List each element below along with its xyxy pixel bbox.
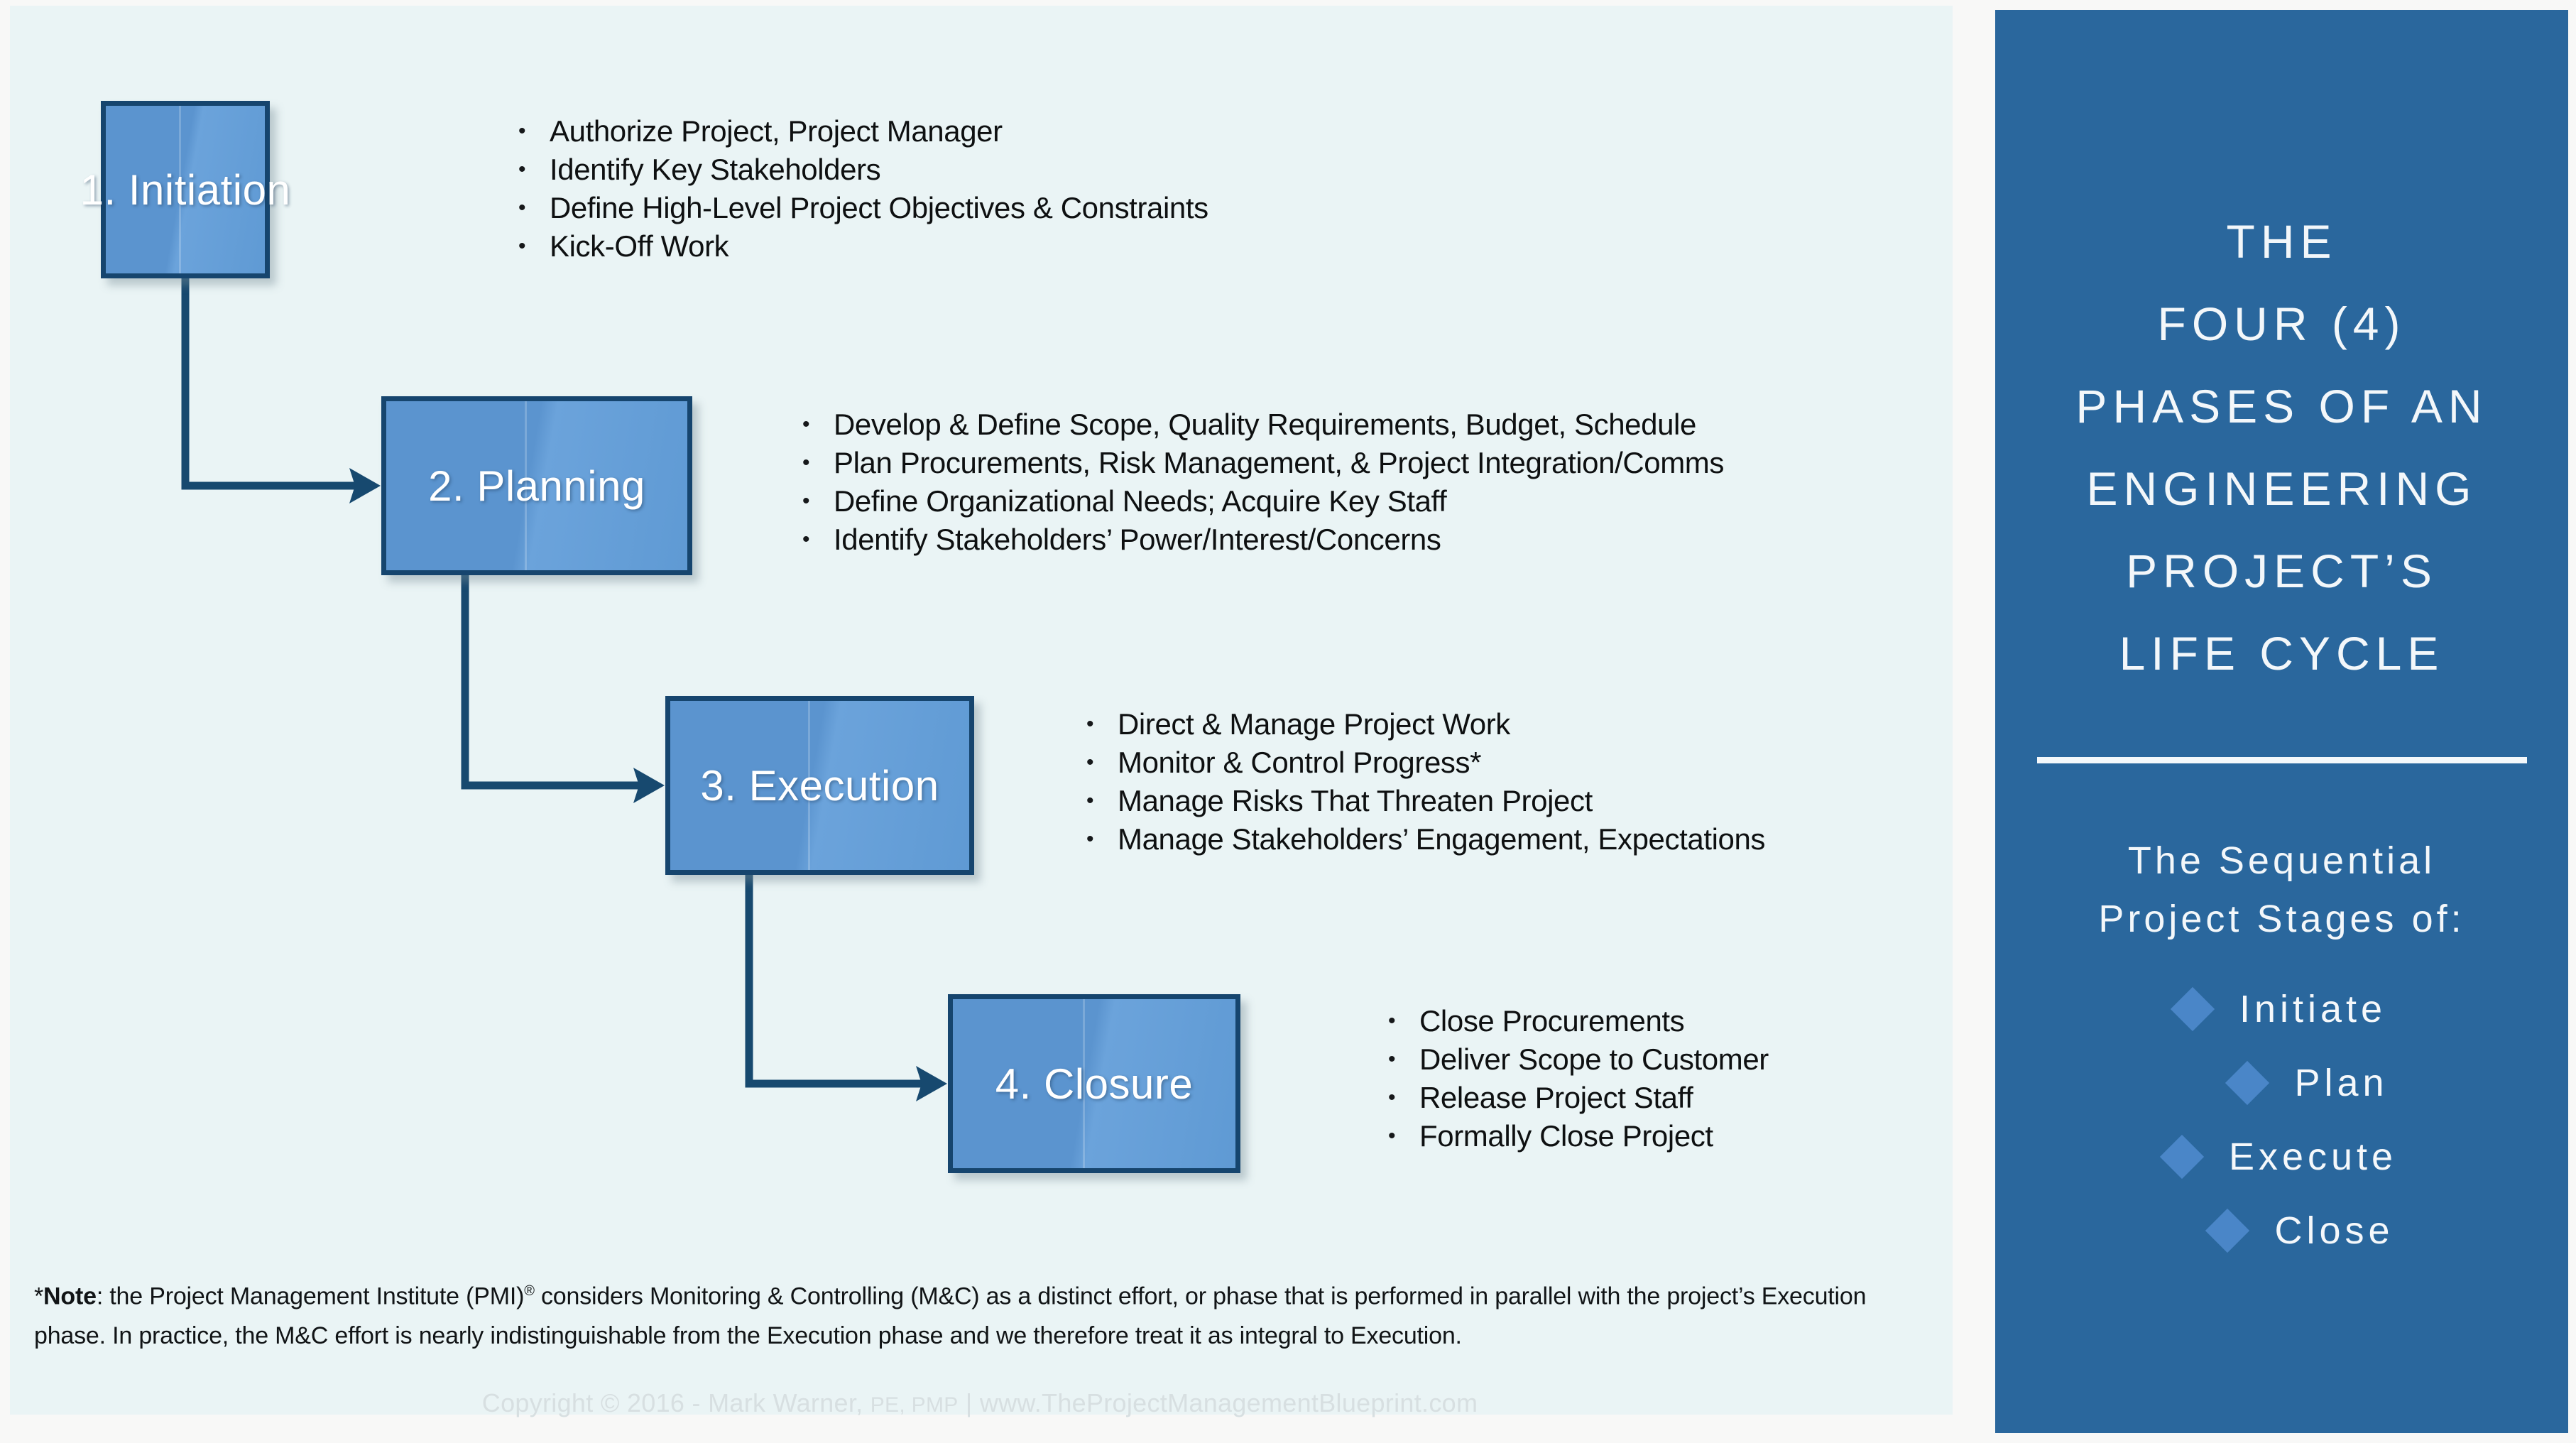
panel-title: THE FOUR (4) PHASES OF AN ENGINEERING PR…: [1995, 200, 2568, 695]
diamond-bullet-icon: [2170, 986, 2215, 1032]
stage-label: Execute: [2228, 1136, 2398, 1178]
bullet-text: Identify Stakeholders’ Power/Interest/Co…: [834, 523, 1441, 556]
list-item: • Identify Stakeholders’ Power/Interest/…: [802, 523, 1724, 556]
phase-label-initiation: 1. Initiation: [80, 165, 291, 214]
bullet-text: Direct & Manage Project Work: [1118, 707, 1510, 741]
diagram-canvas: 1. Initiation 2. Planning 3. Execution 4…: [0, 0, 2576, 1443]
bullet-dot-icon: •: [802, 528, 810, 551]
copyright-part2: | www.TheProjectManagementBlueprint.com: [958, 1388, 1478, 1417]
bullet-text: Formally Close Project: [1419, 1119, 1713, 1153]
bullet-dot-icon: •: [1388, 1124, 1396, 1148]
bullet-dot-icon: •: [802, 413, 810, 436]
bullet-list-execution: • Direct & Manage Project Work • Monitor…: [1086, 707, 1766, 864]
bullet-dot-icon: •: [1086, 789, 1094, 812]
list-item: • Direct & Manage Project Work: [1086, 707, 1765, 741]
bullet-text: Release Project Staff: [1419, 1081, 1693, 1114]
list-item: • Monitor & Control Progress*: [1086, 746, 1765, 779]
bullet-text: Define Organizational Needs; Acquire Key…: [834, 484, 1447, 518]
panel-title-line: PHASES OF AN: [2075, 380, 2488, 432]
diamond-bullet-icon: [2205, 1208, 2250, 1253]
bullet-dot-icon: •: [1388, 1086, 1396, 1109]
bullet-text: Deliver Scope to Customer: [1419, 1042, 1769, 1076]
stage-item-close: Close: [1995, 1194, 2568, 1268]
stage-item-plan: Plan: [1995, 1046, 2568, 1120]
stage-list: Initiate Plan Execute Close: [1995, 972, 2568, 1268]
bullet-text: Authorize Project, Project Manager: [550, 114, 1003, 148]
phase-box-closure[interactable]: 4. Closure: [948, 994, 1240, 1173]
bullet-dot-icon: •: [1388, 1009, 1396, 1033]
panel-title-line: THE: [2226, 215, 2337, 268]
footnote-marker: *: [34, 1283, 44, 1310]
stage-label: Close: [2274, 1209, 2394, 1252]
bullet-dot-icon: •: [1086, 712, 1094, 736]
bullet-dot-icon: •: [802, 451, 810, 474]
registered-mark-icon: ®: [524, 1283, 535, 1299]
title-panel: THE FOUR (4) PHASES OF AN ENGINEERING PR…: [1995, 10, 2568, 1433]
diamond-bullet-icon: [2159, 1134, 2205, 1180]
panel-subtitle: The Sequential Project Stages of:: [1995, 832, 2568, 948]
copyright-credentials: PE, PMP: [870, 1393, 959, 1417]
bullet-text: Develop & Define Scope, Quality Requirem…: [834, 408, 1696, 441]
phase-box-planning[interactable]: 2. Planning: [381, 396, 692, 575]
stage-item-initiate: Initiate: [1995, 972, 2568, 1046]
bullet-list-closure: • Close Procurements • Deliver Scope to …: [1388, 1004, 1769, 1160]
bullet-text: Monitor & Control Progress*: [1118, 746, 1482, 779]
list-item: • Manage Stakeholders’ Engagement, Expec…: [1086, 822, 1766, 856]
panel-title-line: FOUR (4): [2157, 298, 2406, 350]
panel-title-line: LIFE CYCLE: [2119, 627, 2445, 680]
footnote-line1a: : the Project Management Institute (PMI): [96, 1283, 525, 1310]
list-item: • Kick-Off Work: [518, 232, 1208, 261]
bullet-list-planning: • Develop & Define Scope, Quality Requir…: [802, 410, 1724, 564]
list-item: • Close Procurements: [1388, 1004, 1769, 1038]
bullet-text: Manage Stakeholders’ Engagement, Expecta…: [1118, 822, 1766, 856]
panel-subtitle-line: The Sequential: [2127, 839, 2436, 882]
list-item: • Authorize Project, Project Manager: [518, 114, 1208, 148]
list-item: • Identify Key Stakeholders: [518, 153, 1208, 186]
stage-label: Plan: [2294, 1062, 2389, 1104]
bullet-list-initiation: • Authorize Project, Project Manager • I…: [518, 114, 1208, 271]
bullet-text: Define High-Level Project Objectives & C…: [550, 191, 1208, 224]
diamond-bullet-icon: [2225, 1060, 2270, 1106]
bullet-text: Identify Key Stakeholders: [550, 153, 881, 186]
bullet-dot-icon: •: [802, 489, 810, 513]
list-item: • Release Project Staff: [1388, 1081, 1769, 1114]
stage-label: Initiate: [2239, 988, 2387, 1030]
bullet-text: Close Procurements: [1419, 1004, 1685, 1038]
phase-label-closure: 4. Closure: [995, 1060, 1194, 1108]
bullet-dot-icon: •: [1086, 751, 1094, 774]
panel-title-line: PROJECT’S: [2126, 545, 2438, 597]
footnote-line1b: considers Monitoring & Controlling (M&C)…: [534, 1283, 1661, 1310]
panel-title-line: ENGINEERING: [2086, 462, 2477, 515]
bullet-dot-icon: •: [518, 196, 526, 219]
bullet-dot-icon: •: [518, 119, 526, 143]
phase-box-execution[interactable]: 3. Execution: [665, 696, 974, 875]
copyright-line: Copyright © 2016 - Mark Warner, PE, PMP …: [0, 1388, 1960, 1418]
stage-item-execute: Execute: [1995, 1120, 2568, 1194]
phase-label-execution: 3. Execution: [700, 761, 939, 810]
list-item: • Develop & Define Scope, Quality Requir…: [802, 408, 1724, 441]
list-item: • Define High-Level Project Objectives &…: [518, 191, 1208, 224]
bullet-text: Plan Procurements, Risk Management, & Pr…: [834, 446, 1724, 479]
bullet-dot-icon: •: [518, 158, 526, 181]
bullet-dot-icon: •: [518, 234, 526, 258]
phase-box-initiation[interactable]: 1. Initiation: [80, 101, 290, 278]
bullet-text: Manage Risks That Threaten Project: [1118, 784, 1593, 817]
footnote-bold-lead: Note: [43, 1283, 97, 1310]
bullet-text: Kick-Off Work: [550, 229, 729, 263]
bullet-dot-icon: •: [1388, 1047, 1396, 1071]
list-item: • Plan Procurements, Risk Management, & …: [802, 446, 1724, 479]
list-item: • Define Organizational Needs; Acquire K…: [802, 484, 1724, 518]
footnote: *Note: the Project Management Institute …: [34, 1271, 1930, 1356]
list-item: • Deliver Scope to Customer: [1388, 1045, 1769, 1074]
phase-label-planning: 2. Planning: [428, 462, 645, 510]
panel-divider: [2036, 757, 2527, 763]
copyright-part1: Copyright © 2016 - Mark Warner,: [481, 1388, 871, 1417]
list-item: • Formally Close Project: [1388, 1119, 1769, 1153]
list-item: • Manage Risks That Threaten Project: [1086, 784, 1765, 817]
bullet-dot-icon: •: [1086, 827, 1094, 851]
panel-subtitle-line: Project Stages of:: [2098, 898, 2465, 940]
